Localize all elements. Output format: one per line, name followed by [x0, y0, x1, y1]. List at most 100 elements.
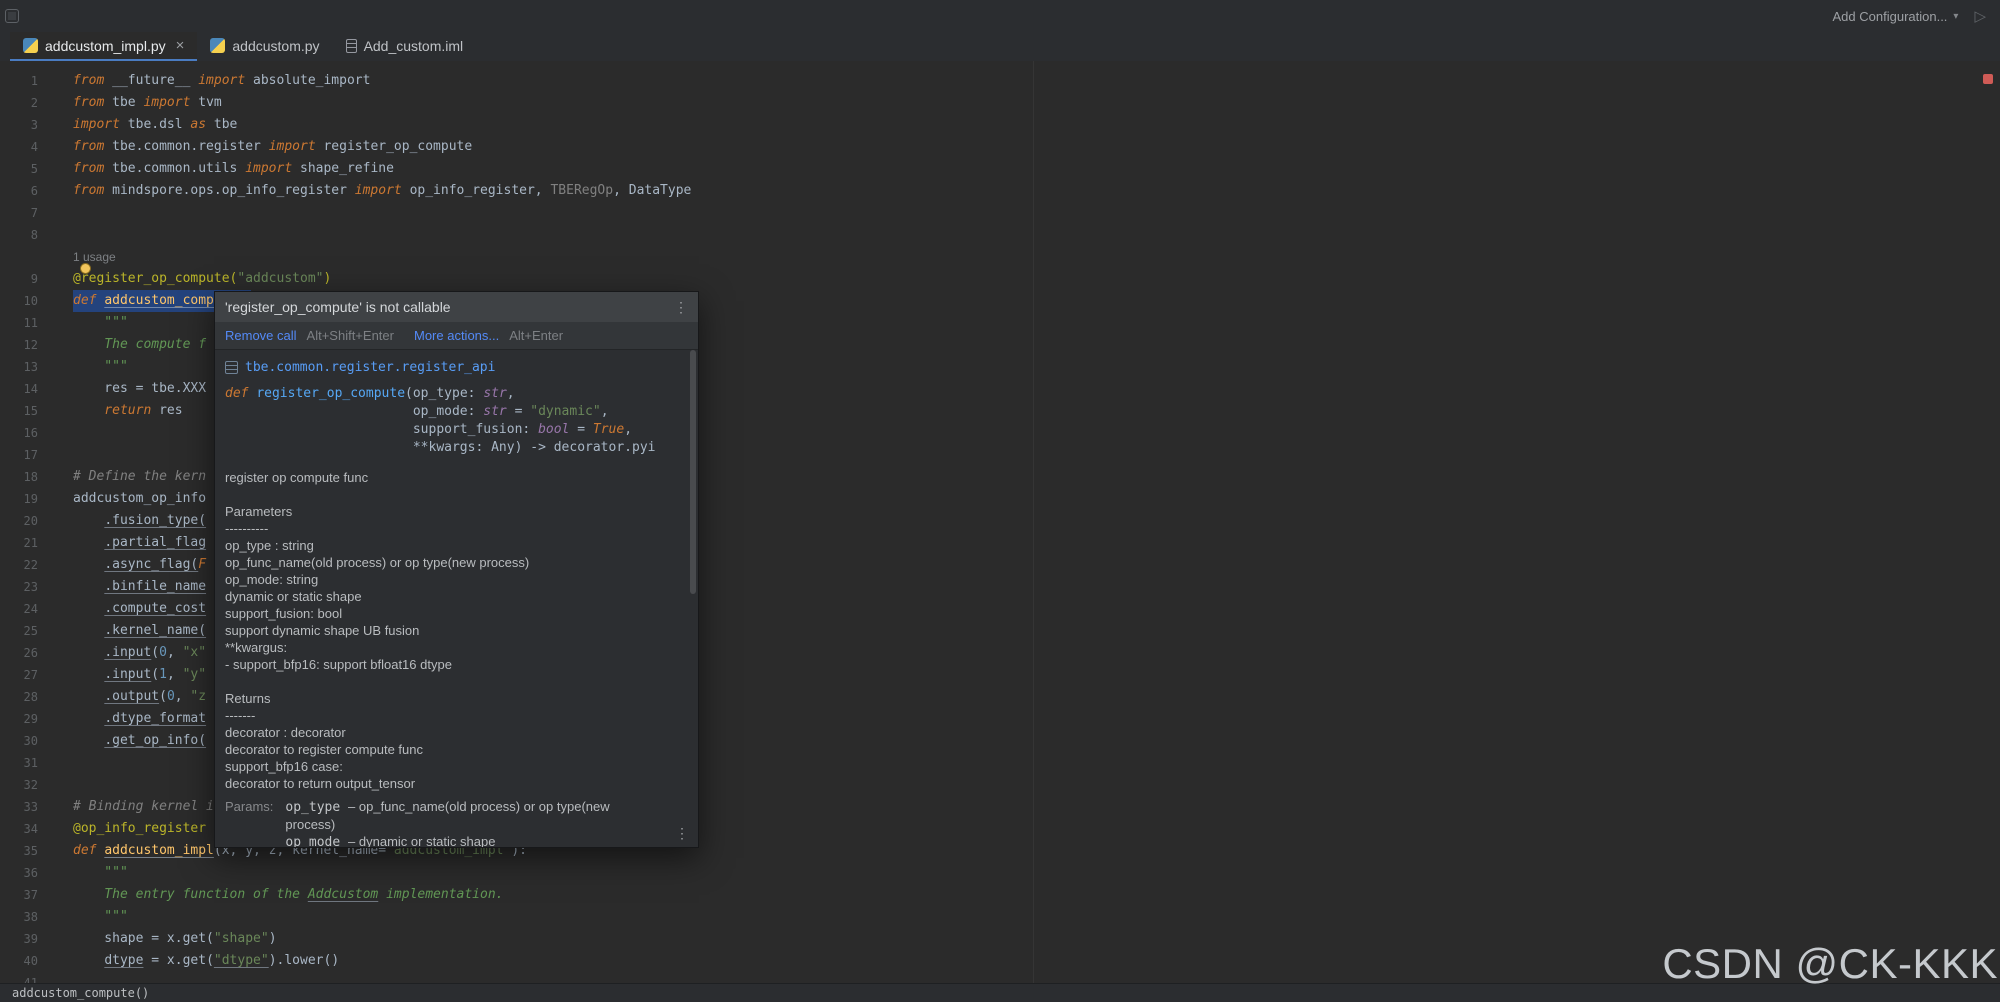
token-pl: **kwargs: Any) -> decorator.pyi: [225, 440, 655, 455]
doc-line: support_fusion: bool: [225, 605, 688, 622]
token-dec: @register_op_compute(: [73, 271, 237, 286]
token-ul: .input: [104, 645, 151, 660]
token-ul: .binfile_name: [104, 579, 206, 594]
more-actions-link[interactable]: More actions...: [414, 328, 499, 343]
api-file-icon: [225, 361, 238, 374]
token-str: "y": [183, 667, 206, 682]
gutter: 1234567891011121314151617181920212223242…: [0, 70, 38, 984]
line-number: 8: [0, 224, 38, 246]
token-pl: ,: [507, 386, 515, 401]
popup-title: 'register_op_compute' is not callable: [225, 299, 451, 315]
token-sdoc: """: [73, 909, 128, 924]
intention-bulb-icon[interactable]: [80, 263, 91, 274]
signature-line: **kwargs: Any) -> decorator.pyi: [225, 439, 688, 457]
error-stripe-badge[interactable]: [1983, 74, 1993, 84]
run-icon[interactable]: ▷: [1974, 9, 1986, 24]
breadcrumb[interactable]: addcustom_compute(): [12, 986, 149, 1000]
more-options-icon[interactable]: ⋮: [674, 299, 688, 316]
token-pl: shape = x.get(: [73, 931, 214, 946]
token-num: 1: [159, 667, 167, 682]
line-number: 36: [0, 862, 38, 884]
param-name: op_type: [285, 800, 348, 815]
token-ul: .get_op_info(: [104, 733, 206, 748]
token-sdoc: The compute f: [73, 337, 206, 352]
token-kw: from: [73, 95, 112, 110]
token-sdoc: The entry function of the: [73, 887, 308, 902]
line-number: 7: [0, 202, 38, 224]
python-file-icon: [23, 38, 38, 53]
params-values: op_type – op_func_name(old process) or o…: [285, 798, 615, 848]
token-pl: ,: [175, 689, 191, 704]
token-str: "addcustom": [237, 271, 323, 286]
token-kw: import: [355, 183, 410, 198]
remove-call-link[interactable]: Remove call: [225, 328, 297, 343]
line-number: 10: [0, 290, 38, 312]
doc-line: decorator to register compute func: [225, 741, 688, 758]
doc-more-icon[interactable]: ⋮: [675, 825, 689, 842]
token-pl: tbe.dsl: [128, 117, 191, 132]
popup-actions: Remove callAlt+Shift+EnterMore actions..…: [215, 322, 698, 350]
run-config-selector[interactable]: Add Configuration... ▾: [1833, 9, 1959, 24]
token-pl: (: [151, 667, 159, 682]
token-sdoc: """: [73, 359, 128, 374]
param-desc: – dynamic or static shape: [348, 834, 495, 848]
param-row: op_type – op_func_name(old process) or o…: [285, 798, 615, 833]
token-ul: .partial_flag: [104, 535, 206, 550]
token-fnerr: addcustom_impl: [104, 843, 214, 858]
line-number: 12: [0, 334, 38, 356]
code-line: from __future__ import absolute_import: [73, 70, 2000, 92]
doc-line: - support_bfp16: support bfloat16 dtype: [225, 656, 688, 673]
token-pl: (: [159, 689, 167, 704]
line-number: 27: [0, 664, 38, 686]
token-pl: __future__: [112, 73, 198, 88]
params-section: Params: op_type – op_func_name(old proce…: [225, 798, 688, 848]
token-ul: .kernel_name(: [104, 623, 206, 638]
token-pl: =: [507, 404, 530, 419]
line-number: 9: [0, 268, 38, 290]
token-pl: ): [269, 931, 277, 946]
param-name: op_mode: [285, 835, 348, 848]
inlay-text[interactable]: 1 usage: [73, 250, 116, 264]
doc-line: dynamic or static shape: [225, 588, 688, 605]
token-pl: mindspore.ops.op_info_register: [112, 183, 355, 198]
token-pl: support_fusion:: [225, 422, 538, 437]
file-file-icon: [346, 39, 357, 53]
token-kw: return: [73, 403, 159, 418]
token-pl: res: [159, 403, 182, 418]
token-pl: shape_refine: [300, 161, 394, 176]
token-pl: addcustom_op_info: [73, 491, 206, 506]
token-ul: dtype: [104, 953, 143, 968]
tab-Add_custom.iml[interactable]: Add_custom.iml: [333, 32, 477, 61]
api-module-link[interactable]: tbe.common.register.register_api: [245, 360, 495, 375]
token-kwi: True: [593, 422, 624, 437]
chevron-down-icon: ▾: [1953, 11, 1958, 22]
token-pl: op_mode:: [225, 404, 483, 419]
token-num: 0: [159, 645, 167, 660]
app-menu-icon[interactable]: [5, 9, 19, 23]
token-pl: ,: [624, 422, 632, 437]
token-pl: [73, 601, 104, 616]
line-number: 17: [0, 444, 38, 466]
code-line: [73, 202, 2000, 224]
signature-line: op_mode: str = "dynamic",: [225, 403, 688, 421]
line-number: 30: [0, 730, 38, 752]
line-number: 4: [0, 136, 38, 158]
doc-line: Parameters: [225, 503, 688, 520]
code-line: import tbe.dsl as tbe: [73, 114, 2000, 136]
watermark: CSDN @CK-KKK: [1662, 940, 1998, 988]
token-pl: [73, 623, 104, 638]
doc-line: decorator : decorator: [225, 724, 688, 741]
token-kw: import: [143, 95, 198, 110]
code-line: from tbe.common.register import register…: [73, 136, 2000, 158]
tab-addcustom_impl.py[interactable]: addcustom_impl.py×: [10, 32, 197, 61]
line-number: 16: [0, 422, 38, 444]
token-pl: tbe: [112, 95, 143, 110]
doc-line: [225, 486, 688, 503]
token-pl: ,: [167, 667, 183, 682]
line-number: 21: [0, 532, 38, 554]
token-pl: =: [569, 422, 592, 437]
tab-addcustom.py[interactable]: addcustom.py: [197, 32, 332, 61]
token-kw: import: [269, 139, 324, 154]
popup-scrollbar[interactable]: [690, 350, 696, 594]
close-icon[interactable]: ×: [176, 40, 185, 52]
